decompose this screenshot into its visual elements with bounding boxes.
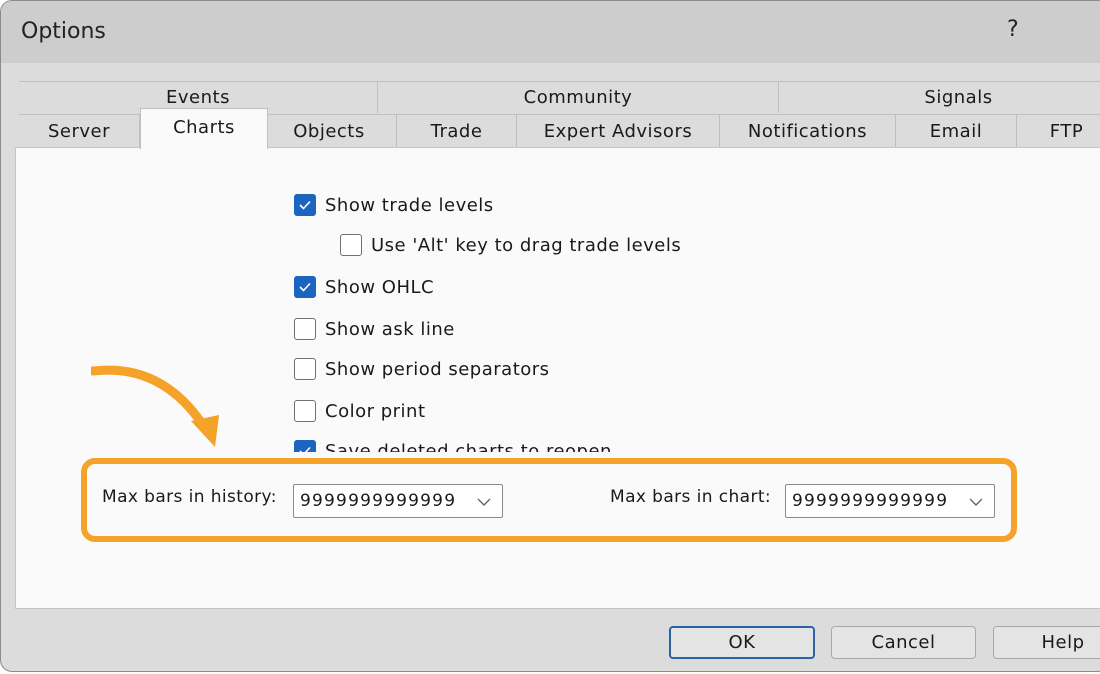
tab-charts[interactable]: Charts xyxy=(140,108,268,149)
tab-objects[interactable]: Objects xyxy=(262,114,397,148)
help-button[interactable]: Help xyxy=(993,626,1100,659)
max-bars-highlight: Max bars in history: 9999999999999 Max b… xyxy=(81,458,1017,542)
max-bars-history-label: Max bars in history: xyxy=(102,487,277,507)
max-bars-chart-value: 9999999999999 xyxy=(792,491,949,511)
cancel-button[interactable]: Cancel xyxy=(831,626,976,659)
max-bars-history-select[interactable]: 9999999999999 xyxy=(293,484,503,518)
checkbox-label: Color print xyxy=(325,400,426,422)
tab-notifications[interactable]: Notifications xyxy=(720,114,896,148)
checkbox-unchecked-icon xyxy=(294,400,316,422)
checkbox-alt-key-drag[interactable]: Use 'Alt' key to drag trade levels xyxy=(340,234,681,256)
tab-signals[interactable]: Signals xyxy=(779,81,1100,113)
checkbox-show-period-separators[interactable]: Show period separators xyxy=(294,358,550,380)
checkbox-unchecked-icon xyxy=(340,234,362,256)
checkbox-checked-icon xyxy=(294,440,316,452)
checkbox-save-deleted-charts[interactable]: Save deleted charts to reopen xyxy=(294,440,612,452)
dialog-title: Options xyxy=(21,19,106,44)
checkbox-show-trade-levels[interactable]: Show trade levels xyxy=(294,194,494,216)
max-bars-chart-label: Max bars in chart: xyxy=(610,487,772,507)
checkbox-checked-icon xyxy=(294,276,316,298)
checkbox-show-ohlc[interactable]: Show OHLC xyxy=(294,276,434,298)
callout-arrow-icon xyxy=(91,365,219,447)
checkbox-label: Use 'Alt' key to drag trade levels xyxy=(371,234,682,256)
tab-expert-advisors[interactable]: Expert Advisors xyxy=(517,114,720,148)
checkbox-show-ask-line[interactable]: Show ask line xyxy=(294,318,455,340)
title-bar: Options ? xyxy=(1,1,1100,63)
tab-server[interactable]: Server xyxy=(19,114,140,148)
checkbox-label: Show trade levels xyxy=(325,194,494,216)
chevron-down-icon xyxy=(969,498,983,506)
tab-community[interactable]: Community xyxy=(378,81,779,113)
checkbox-unchecked-icon xyxy=(294,358,316,380)
ok-button[interactable]: OK xyxy=(669,626,815,659)
checkbox-label: Show ask line xyxy=(325,318,455,340)
options-dialog: Options ? Events Community Signals Serve… xyxy=(0,0,1100,672)
max-bars-chart-select[interactable]: 9999999999999 xyxy=(785,484,995,518)
checkbox-label: Save deleted charts to reopen xyxy=(325,440,612,453)
checkbox-checked-icon xyxy=(294,194,316,216)
checkbox-label: Show OHLC xyxy=(325,276,435,298)
tab-ftp[interactable]: FTP xyxy=(1017,114,1100,148)
checkbox-label: Show period separators xyxy=(325,358,550,380)
chevron-down-icon xyxy=(477,498,491,506)
checkbox-color-print[interactable]: Color print xyxy=(294,400,426,422)
checkbox-unchecked-icon xyxy=(294,318,316,340)
max-bars-history-value: 9999999999999 xyxy=(300,491,457,511)
help-question-icon[interactable]: ? xyxy=(1007,17,1019,42)
tab-trade[interactable]: Trade xyxy=(397,114,517,148)
tab-email[interactable]: Email xyxy=(896,114,1017,148)
